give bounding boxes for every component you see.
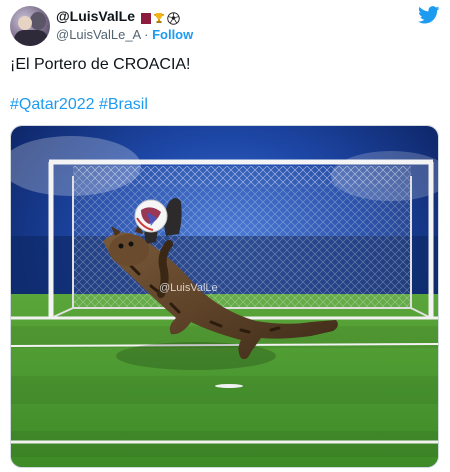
author-line: @LuisValLe	[56, 8, 193, 26]
hashtag-brasil[interactable]: #Brasil	[99, 96, 148, 113]
tweet-photo[interactable]: @LuisValLe	[10, 125, 439, 468]
soccer-ball	[134, 199, 168, 233]
twitter-bird-icon[interactable]	[418, 6, 440, 24]
tweet-card: @LuisValLe @LuisValLe_A · Follow ¡El Por…	[0, 0, 450, 472]
display-name[interactable]: @LuisValLe	[56, 8, 135, 24]
badges	[137, 9, 180, 26]
handle-line: @LuisValLe_A · Follow	[56, 26, 193, 43]
photo-scene	[11, 126, 438, 467]
soccer-ball-icon	[167, 11, 180, 25]
qatar-flag-icon	[137, 12, 152, 24]
hashtag-qatar2022[interactable]: #Qatar2022	[10, 96, 95, 113]
tweet-header: @LuisValLe @LuisValLe_A · Follow	[10, 6, 440, 46]
author-block: @LuisValLe @LuisValLe_A · Follow	[56, 8, 193, 43]
penalty-spot	[215, 384, 243, 388]
hashtags: #Qatar2022 #Brasil	[10, 95, 148, 115]
handle[interactable]: @LuisValLe_A	[56, 27, 141, 42]
follow-button[interactable]: Follow	[152, 27, 193, 42]
separator: ·	[140, 26, 153, 42]
avatar[interactable]	[10, 6, 50, 46]
photo-watermark: @LuisValLe	[159, 282, 218, 294]
tweet-text: ¡El Portero de CROACIA!	[10, 56, 191, 73]
trophy-icon	[154, 13, 165, 24]
